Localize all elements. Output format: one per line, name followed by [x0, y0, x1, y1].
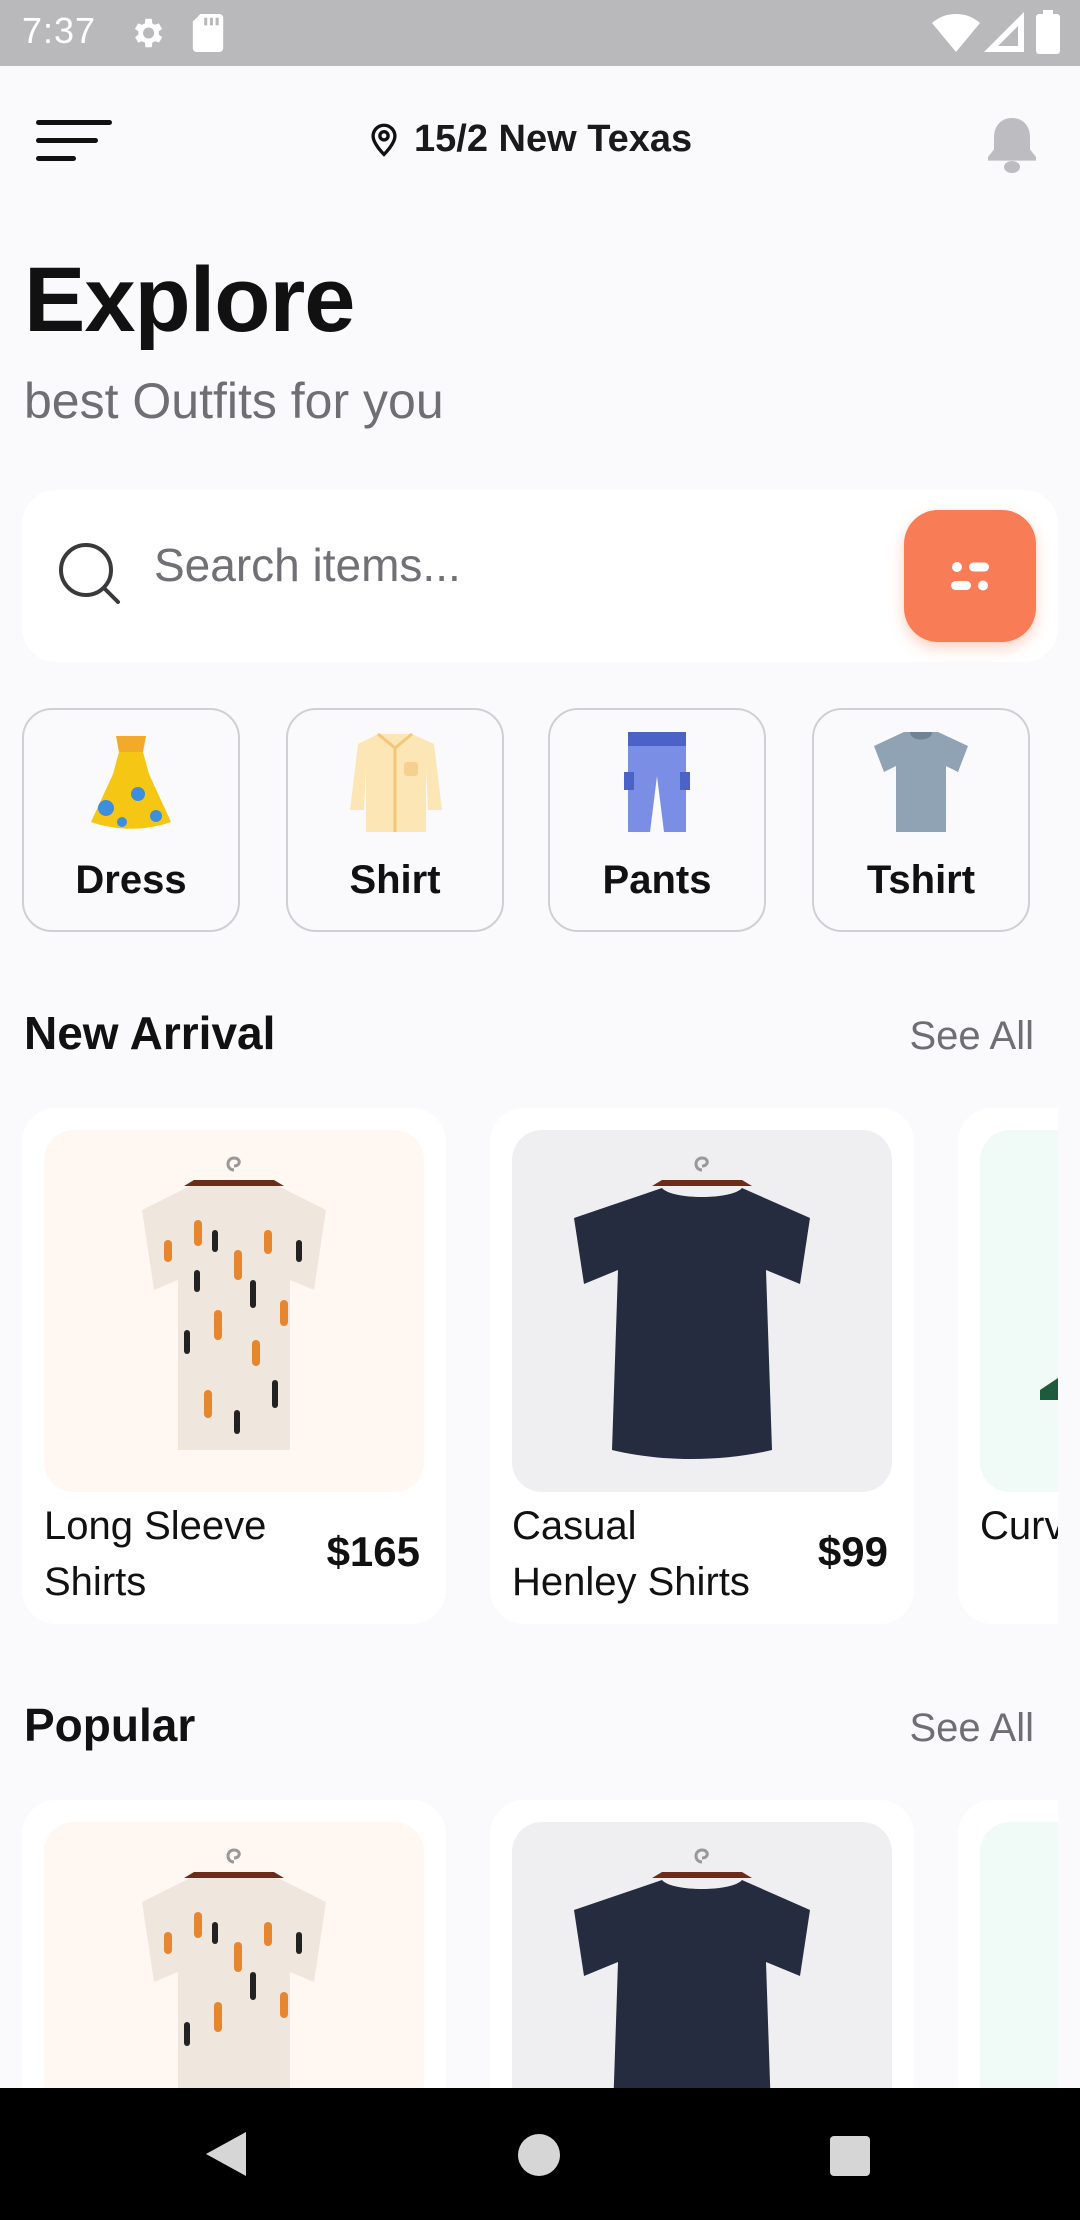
product-price: $165 [326, 1528, 420, 1575]
search-bar[interactable]: Search items... [22, 490, 1058, 662]
search-icon [59, 543, 120, 604]
location-label: 15/2 New Texas [414, 117, 693, 160]
category-label: Tshirt [866, 858, 976, 902]
gear-icon [134, 18, 163, 48]
status-time: 7:37 [22, 10, 97, 51]
home-circle-icon[interactable] [516, 2132, 562, 2178]
dress-icon [91, 736, 171, 829]
popular-see-all-link[interactable]: See All [909, 1706, 1034, 1751]
category-shirt[interactable]: Shirt [286, 708, 504, 932]
signal-icon [984, 12, 1024, 52]
status-bar: 7:37 [0, 0, 1080, 66]
battery-icon [1036, 10, 1060, 54]
filter-icon [951, 562, 989, 591]
product-name: Long Sleeve Shirts [44, 1504, 267, 1604]
page-title: Explore [24, 249, 355, 351]
new-arrival-title: New Arrival [24, 1007, 276, 1059]
product-card[interactable]: Casual Henley Shirts $99 [490, 1108, 914, 1624]
new-arrival-see-all-link[interactable]: See All [909, 1014, 1034, 1059]
product-card[interactable]: Long Sleeve Shirts $165 [22, 1108, 446, 1624]
product-price: $99 [817, 1528, 888, 1575]
shirt-icon [350, 732, 442, 832]
popular-title: Popular [24, 1699, 196, 1751]
category-label: Pants [602, 858, 712, 902]
product-image [512, 1130, 892, 1492]
product-image [44, 1130, 424, 1492]
category-label: Dress [75, 858, 187, 902]
back-triangle-icon[interactable] [200, 2128, 250, 2180]
wifi-icon [932, 14, 980, 52]
recents-square-icon[interactable] [828, 2134, 872, 2178]
location-selector[interactable]: 15/2 New Texas [368, 114, 692, 164]
product-card[interactable]: Curv Shirt [958, 1108, 1058, 1624]
pants-icon [624, 732, 690, 832]
hamburger-menu-icon[interactable] [36, 112, 116, 172]
app-header: 15/2 New Texas [0, 66, 1080, 216]
category-pants[interactable]: Pants [548, 708, 766, 932]
category-dress[interactable]: Dress [22, 708, 240, 932]
page-subtitle: best Outfits for you [24, 373, 444, 429]
bell-icon[interactable] [984, 114, 1040, 174]
product-image [980, 1130, 1058, 1492]
category-tshirt[interactable]: Tshirt [812, 708, 1030, 932]
filter-button[interactable] [904, 510, 1036, 642]
product-name: Casual Henley Shirts [512, 1504, 750, 1604]
tshirt-icon [874, 732, 968, 832]
category-label: Shirt [349, 858, 441, 902]
product-name: Curv Shirt [980, 1504, 1058, 1548]
sd-card-icon [192, 14, 224, 52]
system-nav-bar [0, 2088, 1080, 2220]
search-input[interactable]: Search items... [154, 538, 461, 592]
location-pin-icon [371, 123, 397, 157]
